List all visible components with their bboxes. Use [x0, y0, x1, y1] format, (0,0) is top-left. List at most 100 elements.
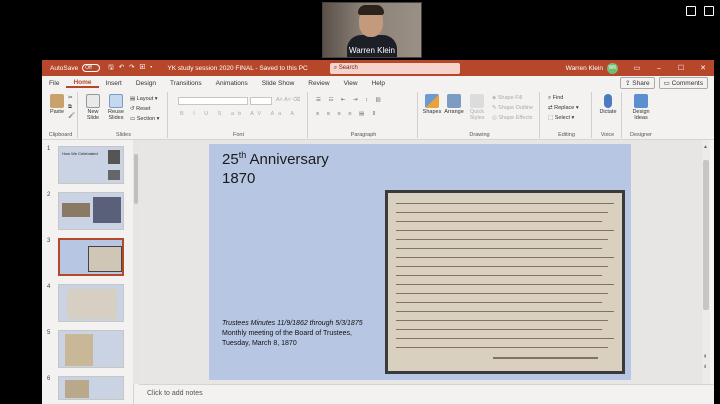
thumbnail-number: 3	[47, 238, 51, 244]
participant-video-tile[interactable]: Warren Klein	[322, 2, 422, 58]
align-buttons[interactable]: ≡ ≡ ≡ ≡ ▤ ⇕	[316, 111, 379, 117]
close-icon[interactable]: ✕	[692, 64, 714, 72]
user-avatar[interactable]: WK	[607, 62, 618, 74]
slide-thumbnail-2[interactable]	[58, 192, 124, 230]
quick-styles-button[interactable]: Quick Styles	[466, 94, 488, 121]
layout-button[interactable]: ▤ Layout ▾	[130, 96, 158, 102]
slide-thumbnail-3[interactable]	[58, 238, 124, 276]
search-box[interactable]: ⌕ Search	[329, 62, 460, 74]
designer-group: Design Ideas Designer	[624, 92, 658, 138]
tab-help[interactable]: Help	[365, 80, 392, 87]
search-placeholder: Search	[338, 64, 358, 71]
share-button[interactable]: ⇪ Share	[619, 77, 655, 89]
reuse-slides-button[interactable]: Reuse Slides	[106, 94, 126, 121]
scrollbar-thumb[interactable]	[703, 160, 709, 310]
previous-slide-icon[interactable]: ⇞	[703, 354, 707, 360]
slide-scrollbar[interactable]: ▲ ⇞ ⇟	[702, 140, 710, 384]
slide[interactable]: 25th Anniversary 1870 Trustees Minutes 1…	[209, 144, 631, 380]
tab-animations[interactable]: Animations	[209, 80, 255, 87]
font-style-buttons[interactable]: B I U S ab AV Aa A	[180, 111, 298, 117]
reset-button[interactable]: ↺ Reset	[130, 106, 151, 112]
caption-meeting[interactable]: Monthly meeting of the Board of Trustees…	[222, 330, 352, 337]
design-ideas-button[interactable]: Design Ideas	[627, 94, 655, 121]
font-size-field[interactable]	[250, 97, 272, 105]
microphone-icon	[604, 94, 612, 108]
quick-access-toolbar[interactable]: 🖫↶↷▣▾	[108, 63, 157, 74]
clipboard-label: Clipboard	[48, 132, 73, 138]
thumbnail-2-image-2	[93, 197, 121, 223]
shape-fill-button[interactable]: ◈ Shape Fill	[492, 95, 522, 101]
shapes-icon	[425, 94, 439, 108]
scrollbar-thumb[interactable]	[134, 154, 138, 204]
thumbnail-number: 5	[47, 330, 51, 336]
handwritten-minutes	[388, 193, 622, 371]
tab-home[interactable]: Home	[66, 79, 99, 88]
caption-source[interactable]: Trustees Minutes 11/9/1862 through 5/3/1…	[222, 320, 363, 327]
signature-stroke	[493, 357, 598, 359]
section-button[interactable]: ▭ Section ▾	[130, 116, 159, 122]
tab-file[interactable]: File	[42, 80, 66, 87]
historic-document-image[interactable]	[385, 190, 625, 374]
tab-transitions[interactable]: Transitions	[163, 80, 209, 87]
thumbnail-5-document	[65, 334, 93, 366]
arrange-button[interactable]: Arrange	[444, 94, 464, 115]
slide-thumbnail-5[interactable]	[58, 330, 124, 368]
ribbon-tabs: File Home Insert Design Transitions Anim…	[42, 76, 714, 90]
fullscreen-icon[interactable]	[704, 6, 714, 16]
handwriting-stroke	[396, 302, 602, 303]
title-text: Anniversary	[246, 151, 329, 168]
new-slide-button[interactable]: New Slide	[84, 94, 102, 121]
handwriting-stroke	[396, 203, 614, 204]
slide-thumbnail-6[interactable]	[58, 376, 124, 400]
dictate-label: Dictate	[599, 109, 617, 115]
user-name: Warren Klein	[565, 64, 603, 72]
tab-review[interactable]: Review	[301, 80, 336, 87]
tab-slide-show[interactable]: Slide Show	[255, 80, 302, 87]
tab-insert[interactable]: Insert	[99, 80, 129, 87]
editing-group: ⌕ Find ⇄ Replace ▾ ⬚ Select ▾ Editing	[542, 92, 592, 138]
layout-icon: ▤	[130, 96, 137, 102]
comment-icon: ▭	[663, 80, 672, 87]
editing-label: Editing	[558, 132, 575, 138]
select-button[interactable]: ⬚ Select ▾	[548, 115, 574, 121]
slide-title[interactable]: 25th Anniversary	[222, 150, 329, 168]
slide-year[interactable]: 1870	[222, 170, 255, 187]
shapes-button[interactable]: Shapes	[422, 94, 442, 115]
gallery-view-icon[interactable]	[686, 6, 696, 16]
voice-group: Dictate Voice	[594, 92, 622, 138]
caption-date[interactable]: Tuesday, March 8, 1870	[222, 340, 297, 347]
paste-button[interactable]: Paste	[48, 94, 66, 115]
minimize-icon[interactable]: –	[648, 65, 670, 72]
shape-outline-button[interactable]: ✎ Shape Outline	[492, 105, 533, 111]
notes-pane[interactable]: Click to add notes	[139, 384, 714, 404]
drawing-group: Shapes Arrange Quick Styles ◈ Shape Fill…	[420, 92, 540, 138]
find-button[interactable]: ⌕ Find	[548, 95, 563, 102]
quick-styles-label: Quick Styles	[469, 109, 485, 121]
slide-thumbnail-4[interactable]	[58, 284, 124, 322]
scroll-up-icon[interactable]: ▲	[703, 144, 708, 150]
reuse-slides-label: Reuse Slides	[108, 109, 124, 121]
designer-label: Designer	[629, 132, 652, 138]
tab-view[interactable]: View	[337, 80, 365, 87]
font-name-field[interactable]	[178, 97, 248, 105]
thumbnail-3-document	[88, 246, 122, 272]
share-label: Share	[632, 80, 650, 87]
format-painter-icon[interactable]: 🖌	[68, 113, 75, 119]
thumbnail-number: 1	[47, 146, 51, 152]
slide-thumbnail-1[interactable]: How We Celebrated	[58, 146, 124, 184]
tab-design[interactable]: Design	[129, 80, 163, 87]
maximize-icon[interactable]: ☐	[670, 64, 692, 72]
font-size-buttons[interactable]: A˄ A˅ ⌫	[276, 97, 300, 103]
comments-button[interactable]: ▭ Comments	[658, 77, 708, 89]
handwriting-stroke	[396, 293, 608, 294]
next-slide-icon[interactable]: ⇟	[703, 364, 707, 370]
cut-icon[interactable]: ✂	[68, 95, 73, 101]
handwriting-stroke	[396, 311, 614, 312]
copy-icon[interactable]: ⧉	[68, 104, 72, 111]
replace-button[interactable]: ⇄ Replace ▾	[548, 105, 579, 111]
list-buttons[interactable]: ☰ ☷ ⇤ ⇥ ↕ ▥	[316, 97, 384, 103]
ribbon-display-options-icon[interactable]: ▭	[626, 64, 648, 72]
shape-effects-button[interactable]: ◎ Shape Effects	[492, 115, 532, 121]
autosave-toggle[interactable]: Off	[82, 64, 101, 72]
dictate-button[interactable]: Dictate	[597, 94, 619, 115]
